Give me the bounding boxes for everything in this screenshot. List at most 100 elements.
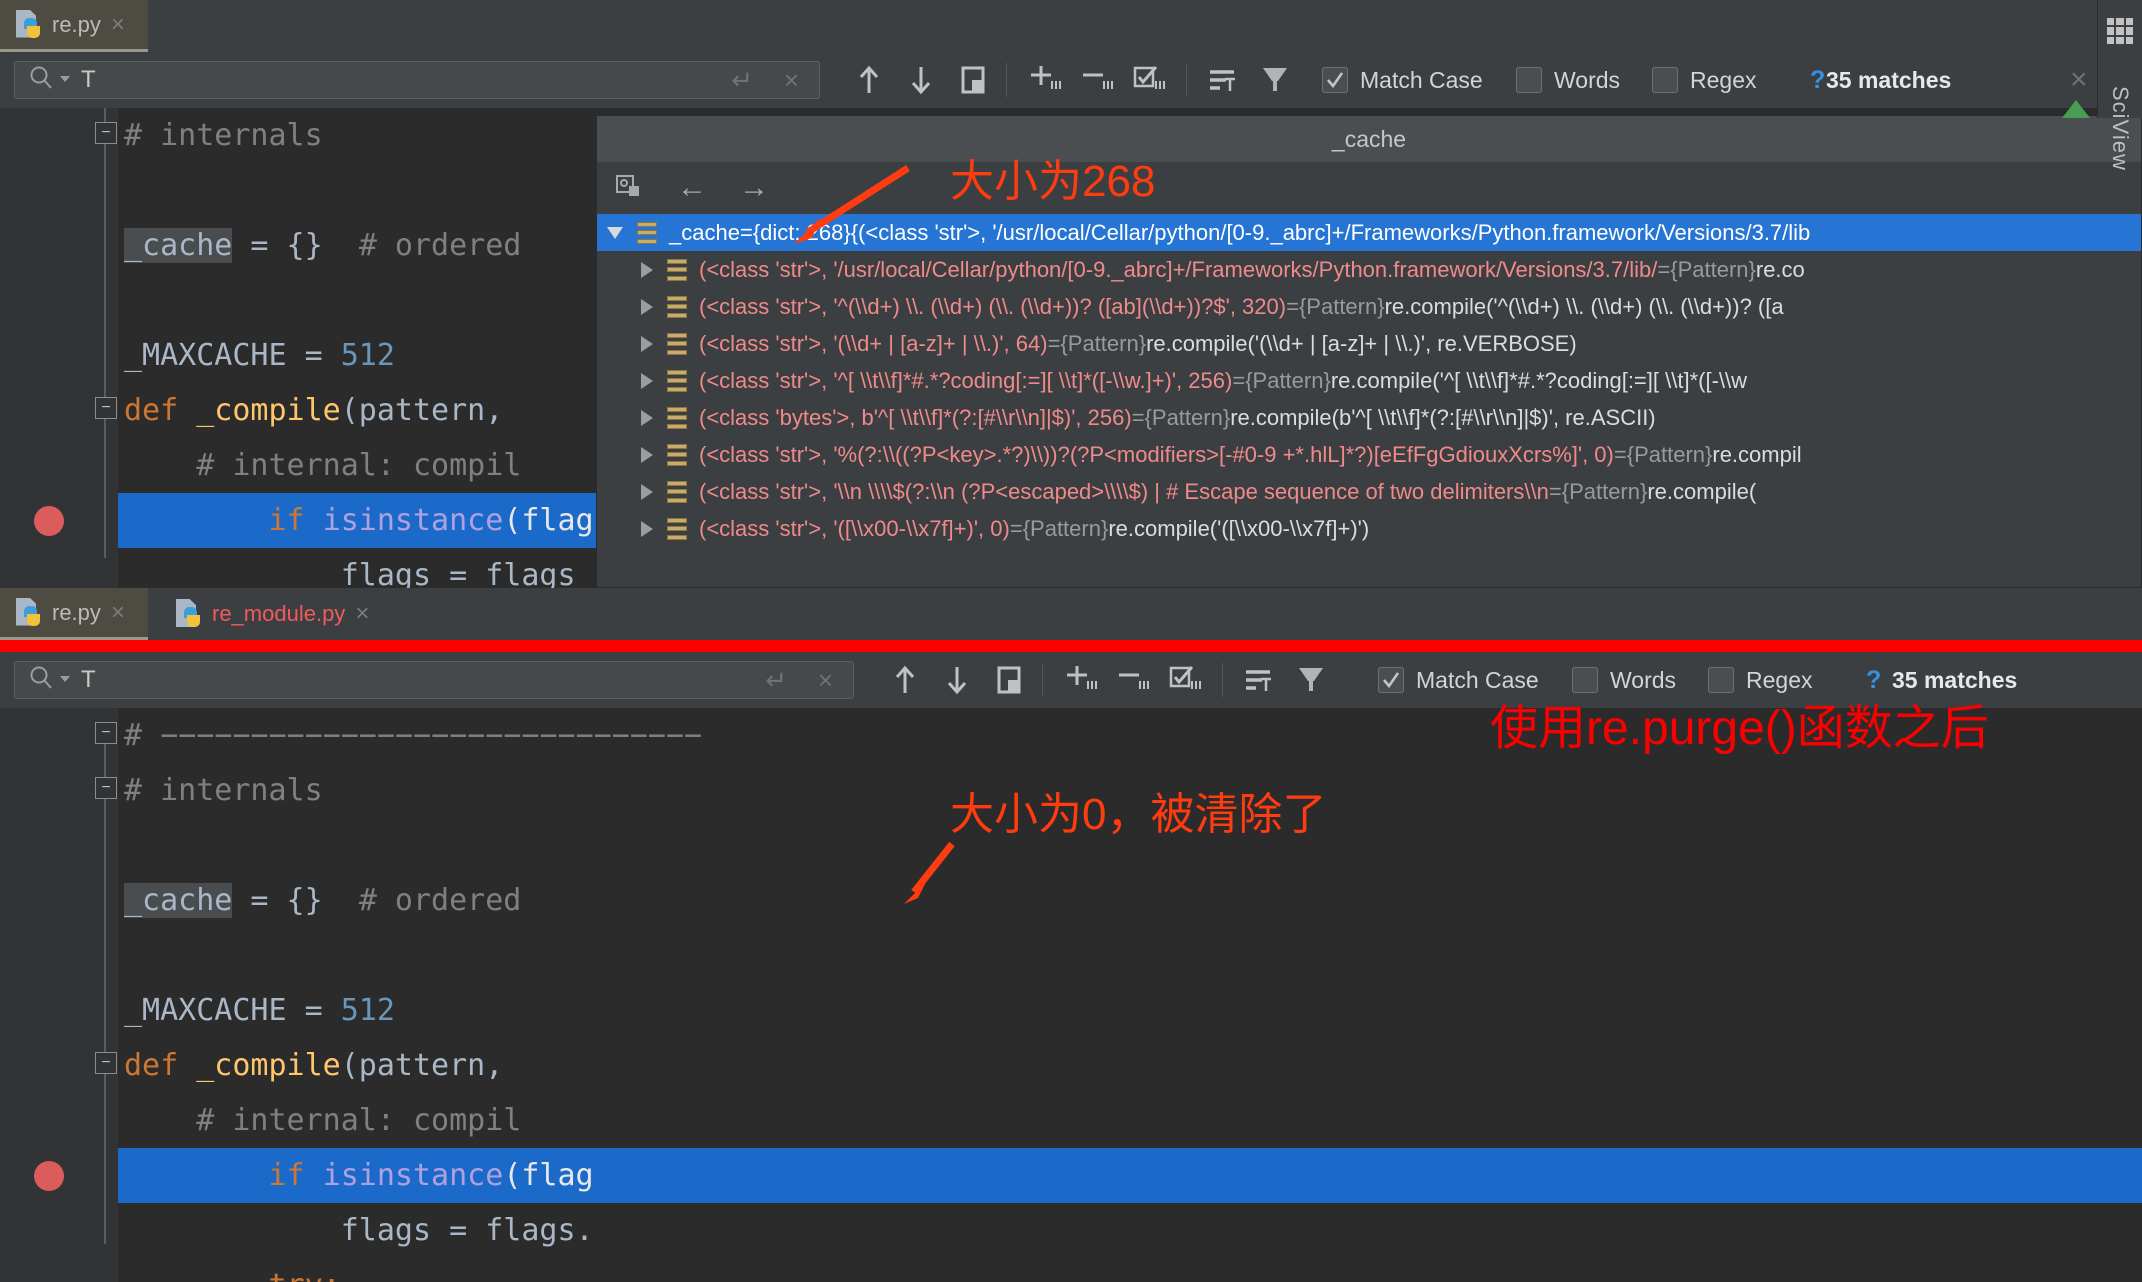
- search-value: T: [81, 66, 96, 94]
- find-previous-button[interactable]: [846, 57, 892, 103]
- expand-triangle-icon[interactable]: [641, 336, 653, 352]
- tab-label: re.py: [52, 600, 101, 626]
- variable-value: re.compile('^(\\d+) \\. (\\d+) (\\. (\\d…: [1385, 294, 1784, 320]
- expand-triangle-icon[interactable]: [641, 410, 653, 426]
- words-checkbox[interactable]: [1572, 667, 1598, 693]
- chevron-down-icon[interactable]: [59, 671, 71, 689]
- fold-marker-collapse[interactable]: −: [95, 777, 117, 799]
- variable-row[interactable]: (<class 'str'>, '^(\\d+) \\. (\\d+) (\\.…: [597, 288, 2141, 325]
- close-icon[interactable]: ×: [111, 13, 125, 37]
- grid-icon[interactable]: [2107, 18, 2133, 44]
- fold-marker-collapse[interactable]: −: [95, 1052, 117, 1074]
- fold-marker-collapse[interactable]: −: [95, 122, 117, 144]
- add-line-button[interactable]: [1022, 57, 1068, 103]
- arrow-right-icon[interactable]: →: [739, 173, 769, 203]
- variable-value: {(<class 'str'>, '/usr/local/Cellar/pyth…: [851, 220, 1811, 246]
- variable-value: re.compil: [1712, 442, 1801, 468]
- dict-icon: [667, 407, 687, 429]
- fold-marker-collapse[interactable]: −: [95, 397, 117, 419]
- close-icon[interactable]: ×: [355, 602, 369, 626]
- variable-row[interactable]: (<class 'str'>, '%(?:\\((?P<key>.*?)\\))…: [597, 436, 2141, 473]
- regex-option[interactable]: Regex: [1708, 667, 1812, 694]
- annotation-arrow-bottom: [900, 840, 960, 910]
- filter-button[interactable]: [1288, 657, 1334, 703]
- top-find-toolbar: T ↵ ×: [0, 52, 2142, 108]
- dict-icon: [667, 296, 687, 318]
- sort-button[interactable]: [1236, 657, 1282, 703]
- variable-row[interactable]: (<class 'str'>, '\\n \\\\$(?:\\n (?P<esc…: [597, 473, 2141, 510]
- code-area[interactable]: # −−−−−−−−−−−−−−−−−−−−−−−−−−−−−− # inter…: [118, 708, 2142, 1282]
- expand-triangle-icon[interactable]: [641, 373, 653, 389]
- match-case-checkbox[interactable]: [1322, 67, 1348, 93]
- expand-triangle-icon[interactable]: [641, 262, 653, 278]
- python-file-icon: [16, 10, 42, 40]
- regex-checkbox[interactable]: [1708, 667, 1734, 693]
- breakpoint-marker[interactable]: [34, 1161, 64, 1191]
- variable-row[interactable]: (<class 'bytes'>, b'^[ \\t\\f]*(?:[#\\r\…: [597, 399, 2141, 436]
- words-option[interactable]: Words: [1516, 67, 1620, 94]
- expand-triangle-icon[interactable]: [641, 521, 653, 537]
- clear-icon[interactable]: ×: [784, 65, 799, 96]
- expand-triangle-icon[interactable]: [641, 447, 653, 463]
- search-input[interactable]: T ↵ ×: [14, 661, 854, 699]
- variable-value: re.compile('(\\d+ | [a-z]+ | \\.)', re.V…: [1146, 331, 1577, 357]
- editor-fold-gutter[interactable]: [66, 108, 118, 588]
- variable-row[interactable]: (<class 'str'>, '^[ \\t\\f]*#.*?coding[:…: [597, 362, 2141, 399]
- close-find-icon[interactable]: ×: [2070, 63, 2088, 97]
- find-previous-button[interactable]: [882, 657, 928, 703]
- tab-re-module-py[interactable]: re_module.py ×: [160, 588, 412, 640]
- words-checkbox[interactable]: [1516, 67, 1542, 93]
- filter-button[interactable]: [1252, 57, 1298, 103]
- breakpoint-marker[interactable]: [34, 506, 64, 536]
- match-case-checkbox[interactable]: [1378, 667, 1404, 693]
- add-line-button[interactable]: [1058, 657, 1104, 703]
- variable-equals: =: [1010, 516, 1023, 542]
- dict-icon: [667, 370, 687, 392]
- regex-help-link[interactable]: ?: [1810, 66, 1825, 95]
- sciview-label[interactable]: SciView: [2107, 86, 2133, 171]
- expand-triangle-icon[interactable]: [607, 227, 623, 239]
- variable-name: (<class 'str'>, '\\n \\\\$(?:\\n (?P<esc…: [699, 479, 1549, 505]
- select-all-occurrences-button[interactable]: [950, 57, 996, 103]
- find-next-button[interactable]: [898, 57, 944, 103]
- search-input[interactable]: T ↵ ×: [14, 61, 820, 99]
- select-lines-button[interactable]: [1126, 57, 1172, 103]
- match-case-option[interactable]: Match Case: [1378, 667, 1539, 694]
- regex-checkbox[interactable]: [1652, 67, 1678, 93]
- code-line: # internals: [118, 763, 2142, 818]
- toolbar-separator-1: [1006, 63, 1007, 97]
- code-line: [118, 818, 2142, 873]
- regex-help-link[interactable]: ?: [1866, 666, 1881, 695]
- words-option[interactable]: Words: [1572, 667, 1676, 694]
- sort-button[interactable]: [1200, 57, 1246, 103]
- variable-equals: =: [1048, 331, 1061, 357]
- tab-re-py-top[interactable]: re.py ×: [0, 0, 148, 52]
- regex-option[interactable]: Regex: [1652, 67, 1756, 94]
- tab-re-py-bottom[interactable]: re.py ×: [0, 588, 148, 640]
- arrow-left-icon[interactable]: ←: [677, 173, 707, 203]
- fold-marker-collapse[interactable]: −: [95, 722, 117, 744]
- variable-row[interactable]: (<class 'str'>, '(\\d+ | [a-z]+ | \\.)',…: [597, 325, 2141, 362]
- bottom-code-editor[interactable]: # −−−−−−−−−−−−−−−−−−−−−−−−−−−−−− # inter…: [0, 708, 2142, 1282]
- expand-triangle-icon[interactable]: [641, 299, 653, 315]
- expand-triangle-icon[interactable]: [641, 484, 653, 500]
- select-lines-button[interactable]: [1162, 657, 1208, 703]
- return-icon[interactable]: ↵: [765, 665, 787, 696]
- variable-row[interactable]: (<class 'str'>, '([\\x00-\\x7f]+)', 0) =…: [597, 510, 2141, 547]
- find-next-button[interactable]: [934, 657, 980, 703]
- return-icon[interactable]: ↵: [731, 65, 753, 96]
- remove-line-button[interactable]: [1110, 657, 1156, 703]
- words-label: Words: [1610, 667, 1676, 694]
- variable-row[interactable]: (<class 'str'>, '/usr/local/Cellar/pytho…: [597, 251, 2141, 288]
- select-all-occurrences-button[interactable]: [986, 657, 1032, 703]
- python-file-icon: [16, 598, 42, 628]
- search-value: T: [81, 666, 96, 694]
- editor-line-gutter[interactable]: [0, 708, 66, 1282]
- close-icon[interactable]: ×: [111, 601, 125, 625]
- remove-line-button[interactable]: [1074, 57, 1120, 103]
- clear-icon[interactable]: ×: [818, 665, 833, 696]
- annotation-red-divider: [0, 640, 2142, 652]
- chevron-down-icon[interactable]: [59, 71, 71, 89]
- match-case-option[interactable]: Match Case: [1322, 67, 1483, 94]
- inspect-icon[interactable]: [615, 172, 645, 205]
